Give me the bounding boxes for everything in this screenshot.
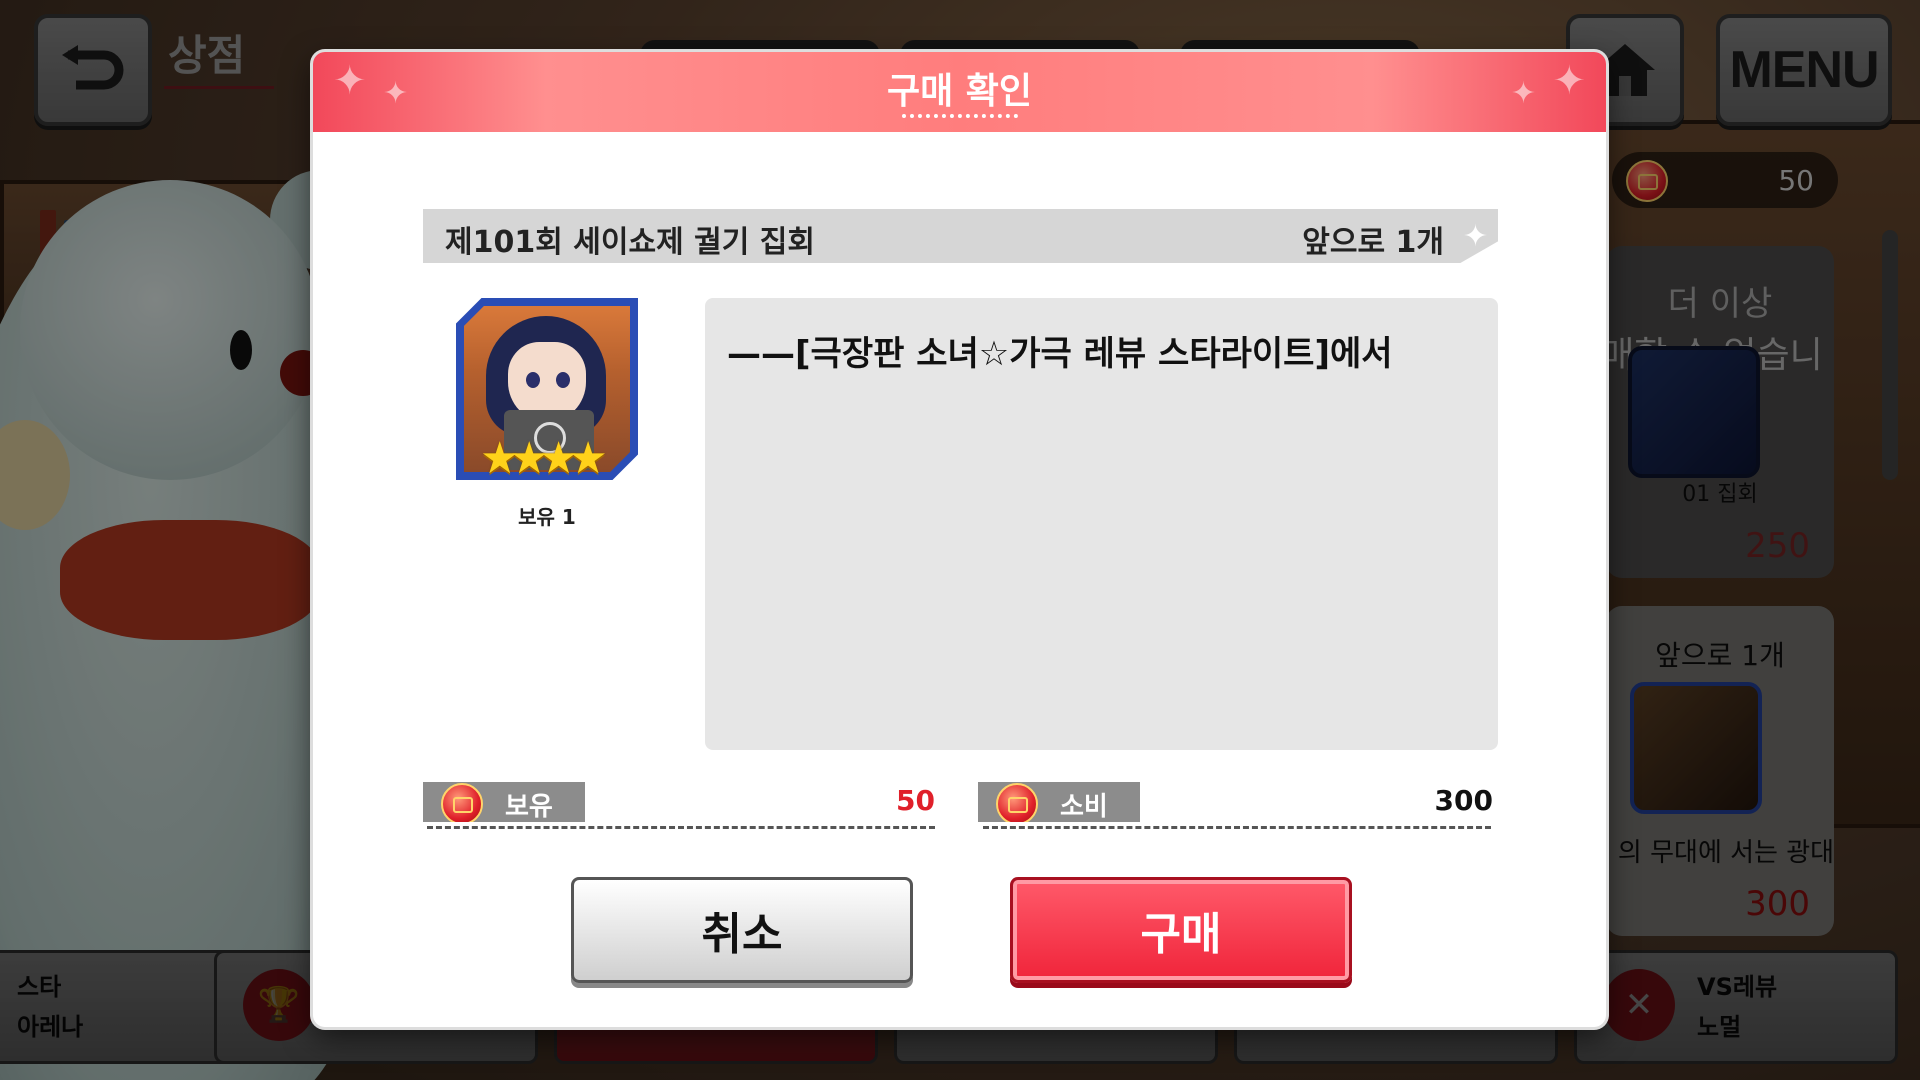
sparkle-icon: ✦: [1462, 219, 1488, 254]
item-name: 제101회 세이쇼제 궐기 집회: [445, 225, 815, 260]
dashed-divider: [427, 826, 935, 829]
cost-label-text: 소비: [1060, 792, 1108, 822]
character-eye: [556, 372, 570, 388]
item-portrait: ★★★★: [456, 298, 638, 480]
item-description: ——[극장판 소녀☆가극 레뷰 스타라이트]에서: [727, 334, 1393, 374]
item-remaining: 앞으로 1개: [1302, 225, 1444, 260]
revue-coin-icon: [996, 783, 1038, 822]
owned-label-text: 보유: [505, 792, 553, 822]
item-info-bar: 제101회 세이쇼제 궐기 집회 앞으로 1개 ✦: [423, 209, 1498, 263]
dialog-title: 구매 확인: [886, 71, 1032, 112]
item-description-box: ——[극장판 소녀☆가극 레뷰 스타라이트]에서: [705, 298, 1498, 750]
dialog-header: ✦ ✦ ✦ ✦ 구매 확인: [313, 52, 1606, 132]
owned-currency-label: 보유: [423, 782, 585, 822]
rarity-stars-icon: ★★★★: [480, 433, 608, 484]
owned-count: 보유 1: [518, 505, 576, 529]
owned-currency-value: 50: [896, 784, 935, 817]
revue-coin-icon: [441, 783, 483, 822]
title-dotted-underline: [901, 114, 1018, 118]
purchase-confirm-dialog: ✦ ✦ ✦ ✦ 구매 확인 제101회 세이쇼제 궐기 집회 앞으로 1개 ✦ …: [313, 52, 1606, 1027]
cost-currency-label: 소비: [978, 782, 1140, 822]
cost-currency-value: 300: [1434, 784, 1493, 817]
cancel-button[interactable]: 취소: [571, 877, 913, 983]
buy-button[interactable]: 구매: [1010, 877, 1352, 983]
character-eye: [526, 372, 540, 388]
dashed-divider: [983, 826, 1491, 829]
